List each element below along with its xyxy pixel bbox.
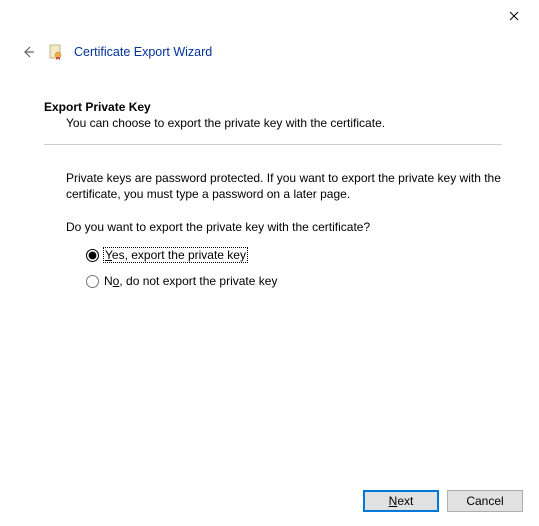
next-button[interactable]: Next — [363, 490, 439, 512]
wizard-header: Certificate Export Wizard — [18, 42, 212, 62]
radio-yes-label: Yes, export the private key — [104, 248, 247, 262]
radio-yes-input[interactable] — [86, 249, 99, 262]
close-button[interactable] — [499, 4, 529, 28]
radio-no-input[interactable] — [86, 275, 99, 288]
radio-no-label: No, do not export the private key — [104, 274, 277, 288]
back-button[interactable] — [18, 42, 38, 62]
page-heading: Export Private Key — [44, 100, 502, 114]
wizard-content: Export Private Key You can choose to exp… — [44, 100, 502, 288]
wizard-title: Certificate Export Wizard — [74, 45, 212, 59]
radio-yes-export[interactable]: Yes, export the private key — [86, 248, 502, 262]
divider — [44, 144, 502, 145]
cancel-button[interactable]: Cancel — [447, 490, 523, 512]
radio-no-export[interactable]: No, do not export the private key — [86, 274, 502, 288]
wizard-footer: Next Cancel — [363, 490, 523, 512]
page-subheading: You can choose to export the private key… — [66, 116, 502, 130]
certificate-icon — [48, 44, 64, 60]
back-arrow-icon — [20, 44, 36, 60]
question-text: Do you want to export the private key wi… — [66, 220, 502, 234]
export-key-radio-group: Yes, export the private key No, do not e… — [86, 248, 502, 288]
close-icon — [509, 11, 519, 21]
body-text: Private keys are password protected. If … — [66, 171, 502, 202]
